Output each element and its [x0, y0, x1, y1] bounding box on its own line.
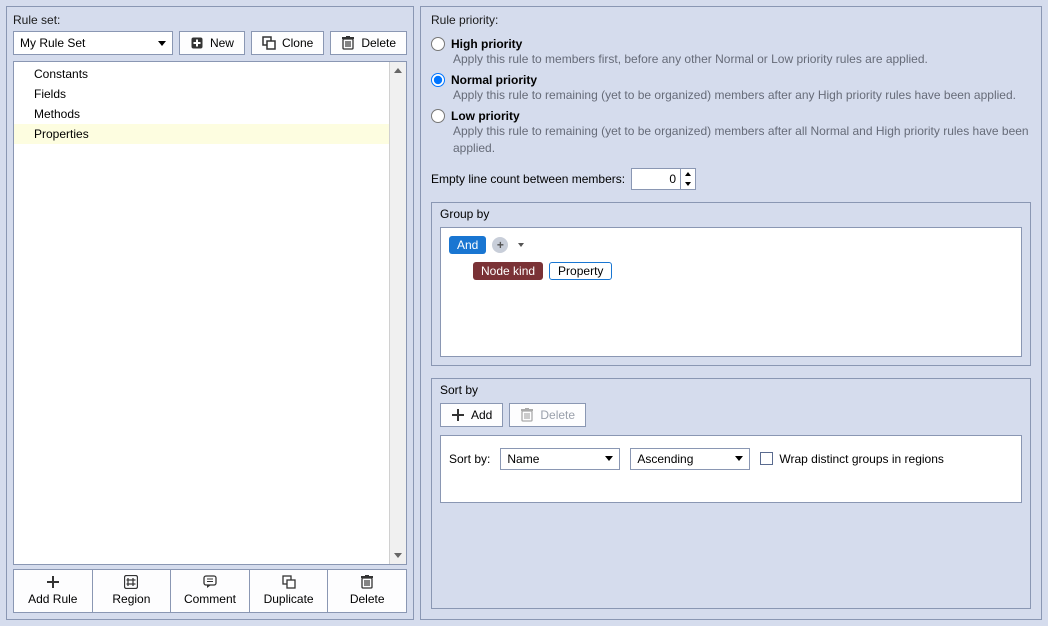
ruleset-combo[interactable]: My Rule Set [13, 31, 173, 55]
spin-down-icon[interactable] [681, 179, 695, 189]
clone-button-label: Clone [282, 36, 313, 50]
node-kind-chip[interactable]: Node kind [473, 262, 543, 280]
empty-line-input[interactable] [632, 169, 680, 189]
clone-icon [262, 36, 276, 50]
trash-icon [520, 408, 534, 422]
duplicate-label: Duplicate [264, 592, 314, 606]
clone-button[interactable]: Clone [251, 31, 324, 55]
region-label: Region [112, 592, 150, 606]
comment-icon [202, 574, 218, 590]
ruleset-label: Rule set: [13, 13, 407, 27]
empty-line-spinner[interactable] [631, 168, 696, 190]
scroll-up-icon[interactable] [390, 62, 406, 79]
sort-toolbar: Add Delete [440, 403, 1022, 427]
delete-ruleset-button-label: Delete [361, 36, 396, 50]
group-by-box: Group by And + Node kind Property [431, 202, 1031, 366]
comment-label: Comment [184, 592, 236, 606]
checkbox-icon [760, 452, 773, 465]
sort-add-button[interactable]: Add [440, 403, 503, 427]
plus-icon [45, 574, 61, 590]
add-rule-button[interactable]: Add Rule [13, 569, 92, 613]
app-root: Rule set: My Rule Set New Clone [0, 0, 1048, 626]
priority-desc: Apply this rule to remaining (yet to be … [453, 87, 1031, 103]
add-rule-label: Add Rule [28, 592, 77, 606]
duplicate-button[interactable]: Duplicate [249, 569, 328, 613]
scroll-down-icon[interactable] [390, 547, 406, 564]
sort-field-value: Name [507, 452, 539, 466]
priority-title: Normal priority [451, 73, 537, 87]
plus-icon [451, 408, 465, 422]
sort-by-legend: Sort by [440, 383, 478, 397]
group-by-legend: Group by [440, 207, 489, 221]
wrap-regions-checkbox[interactable]: Wrap distinct groups in regions [760, 452, 944, 466]
comment-button[interactable]: Comment [170, 569, 249, 613]
region-button[interactable]: Region [92, 569, 171, 613]
and-chip[interactable]: And [449, 236, 486, 254]
priority-desc: Apply this rule to members first, before… [453, 51, 1031, 67]
hash-icon [123, 574, 139, 590]
rule-list[interactable]: ConstantsFieldsMethodsProperties [14, 62, 389, 564]
group-by-panel: And + Node kind Property [440, 227, 1022, 357]
delete-ruleset-button[interactable]: Delete [330, 31, 407, 55]
left-pane: Rule set: My Rule Set New Clone [6, 6, 414, 620]
priority-option[interactable]: Low priority [431, 109, 1031, 123]
scrollbar[interactable] [389, 62, 406, 564]
sort-by-label: Sort by: [449, 452, 490, 466]
priority-radio[interactable] [431, 73, 445, 87]
rule-item[interactable]: Methods [14, 104, 389, 124]
new-button-label: New [210, 36, 234, 50]
duplicate-icon [281, 574, 297, 590]
add-condition-button[interactable]: + [492, 237, 508, 253]
sort-direction-dropdown[interactable]: Ascending [630, 448, 750, 470]
ruleset-row: My Rule Set New Clone Delete [13, 31, 407, 55]
property-chip[interactable]: Property [549, 262, 612, 280]
rule-list-container: ConstantsFieldsMethodsProperties [13, 61, 407, 565]
empty-line-label: Empty line count between members: [431, 172, 625, 186]
sort-by-panel: Sort by: Name Ascending Wrap distinct gr… [440, 435, 1022, 503]
spin-up-icon[interactable] [681, 169, 695, 179]
priority-desc: Apply this rule to remaining (yet to be … [453, 123, 1031, 155]
rule-item[interactable]: Properties [14, 124, 389, 144]
rule-item[interactable]: Fields [14, 84, 389, 104]
right-pane: Rule priority: High priorityApply this r… [420, 6, 1042, 620]
priority-title: High priority [451, 37, 522, 51]
bottom-toolbar: Add Rule Region Comment Duplicate [13, 569, 407, 613]
chevron-down-icon [735, 456, 743, 461]
sort-field-dropdown[interactable]: Name [500, 448, 620, 470]
priority-label: Rule priority: [431, 13, 1031, 27]
plus-square-icon [190, 36, 204, 50]
chevron-down-icon [158, 41, 166, 46]
sort-row: Sort by: Name Ascending Wrap distinct gr… [449, 448, 1013, 470]
trash-icon [359, 574, 375, 590]
sort-by-box: Sort by Add Delete Sort by: [431, 378, 1031, 609]
sort-delete-button: Delete [509, 403, 586, 427]
priority-option[interactable]: High priority [431, 37, 1031, 51]
rule-item[interactable]: Constants [14, 64, 389, 84]
chevron-down-icon[interactable] [518, 243, 524, 247]
ruleset-combo-value: My Rule Set [20, 36, 85, 50]
priority-title: Low priority [451, 109, 520, 123]
sort-delete-label: Delete [540, 408, 575, 422]
chevron-down-icon [605, 456, 613, 461]
trash-icon [341, 36, 355, 50]
priority-radio[interactable] [431, 37, 445, 51]
new-button[interactable]: New [179, 31, 245, 55]
priority-options: High priorityApply this rule to members … [431, 31, 1031, 158]
priority-radio[interactable] [431, 109, 445, 123]
wrap-regions-label: Wrap distinct groups in regions [779, 452, 944, 466]
priority-option[interactable]: Normal priority [431, 73, 1031, 87]
empty-line-row: Empty line count between members: [431, 168, 1031, 190]
delete-rule-label: Delete [350, 592, 385, 606]
sort-direction-value: Ascending [637, 452, 693, 466]
sort-add-label: Add [471, 408, 492, 422]
delete-rule-button[interactable]: Delete [327, 569, 407, 613]
